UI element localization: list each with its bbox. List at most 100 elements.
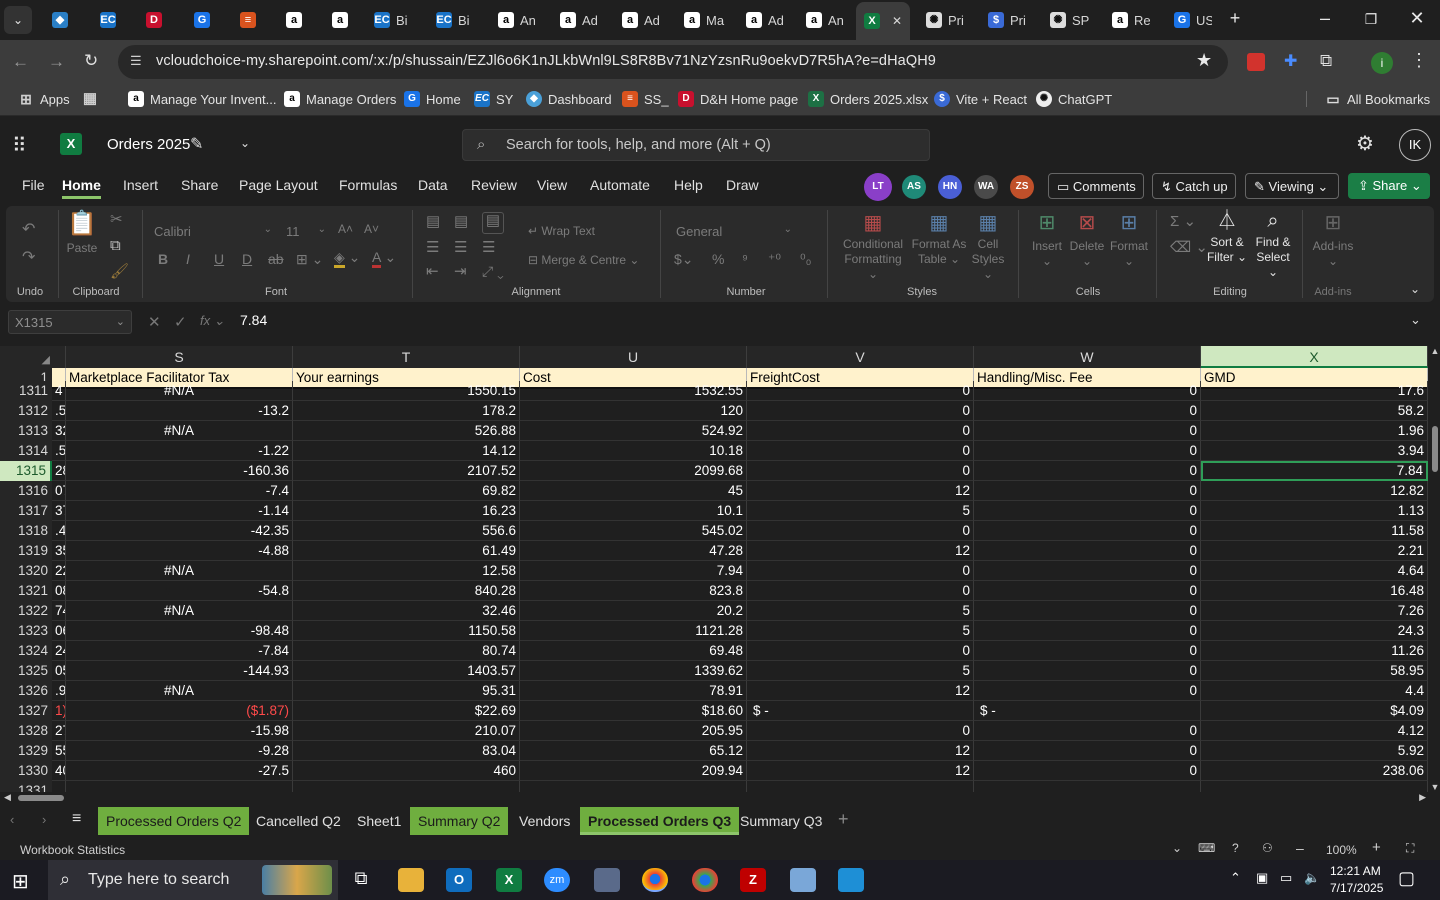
clear-icon[interactable]: ⌫ ⌄	[1170, 240, 1208, 255]
table-cell[interactable]: 840.28	[293, 581, 520, 601]
search-input[interactable]: Search for tools, help, and more (Alt + …	[506, 137, 771, 153]
tab-search-icon[interactable]: ⌄	[4, 6, 32, 34]
row-header[interactable]: 1325	[0, 661, 52, 681]
bookmark-chatgpt[interactable]: ✺ ChatGPT	[1036, 91, 1112, 107]
sheet-tab[interactable]: Processed Orders Q3	[580, 807, 740, 835]
table-cell[interactable]: -144.93	[66, 661, 293, 681]
underline-icon[interactable]: U	[214, 252, 224, 267]
table-cell[interactable]: 0	[747, 581, 974, 601]
ribbon-tab-view[interactable]: View	[537, 177, 567, 193]
workbook-statistics[interactable]: Workbook Statistics	[20, 843, 125, 857]
ribbon-tab-share[interactable]: Share	[181, 177, 218, 193]
table-cell[interactable]: 545.02	[520, 521, 747, 541]
format-painter-icon[interactable]: 🖌	[110, 264, 129, 279]
table-cell[interactable]: $22.69	[293, 701, 520, 721]
table-cell[interactable]: #N/A	[66, 601, 293, 621]
align-bottom-icon[interactable]: ▤	[482, 212, 504, 234]
table-cell[interactable]: 0	[747, 421, 974, 441]
bookmark-dashboard[interactable]: ◆ Dashboard	[526, 91, 612, 107]
bookmark-ss[interactable]: ≡ SS_	[622, 91, 669, 107]
table-cell[interactable]: 238.06	[1201, 761, 1428, 781]
table-cell[interactable]: 0	[747, 441, 974, 461]
row-header[interactable]: 1315	[0, 461, 52, 481]
vertical-scroll-thumb[interactable]	[1432, 426, 1438, 472]
table-cell[interactable]: 0	[974, 561, 1201, 581]
table-cell[interactable]: 07	[52, 481, 66, 501]
bookmark-star-icon[interactable]: ★	[1196, 50, 1212, 71]
italic-icon[interactable]: I	[186, 252, 190, 267]
table-cell[interactable]: 1.96	[1201, 421, 1428, 441]
row-header[interactable]: 1323	[0, 621, 52, 641]
table-cell[interactable]: 1)	[52, 701, 66, 721]
chrome-profile-icon[interactable]	[692, 868, 718, 892]
table-cell[interactable]: 2.21	[1201, 541, 1428, 561]
collaborator-avatar[interactable]: ZS	[1010, 175, 1034, 199]
table-cell[interactable]: 0	[974, 421, 1201, 441]
table-cell[interactable]	[974, 781, 1201, 792]
ribbon-expand-icon[interactable]: ⌄	[1410, 282, 1420, 297]
decrease-decimal-icon[interactable]: ⁰₀	[800, 252, 811, 267]
table-cell[interactable]: 4.4	[1201, 681, 1428, 701]
table-cell[interactable]: 0	[974, 481, 1201, 501]
ribbon-tab-page-layout[interactable]: Page Layout	[239, 177, 318, 193]
addins-button[interactable]: ⊞ Add-ins ⌄	[1312, 213, 1354, 269]
table-cell[interactable]: 58.2	[1201, 401, 1428, 421]
table-cell[interactable]: .5	[52, 401, 66, 421]
find-select-button[interactable]: ⌕ Find & Select ⌄	[1250, 211, 1296, 280]
table-cell[interactable]	[520, 781, 747, 792]
table-cell[interactable]: -13.2	[66, 401, 293, 421]
table-cell[interactable]: $ -	[747, 701, 974, 721]
column-header[interactable]: U	[520, 346, 747, 368]
row-header[interactable]: 1312	[0, 401, 52, 421]
viewing-mode-button[interactable]: ✎ Viewing ⌄	[1245, 173, 1339, 199]
minimize-icon[interactable]: –	[1310, 8, 1340, 29]
table-cell[interactable]: 0	[974, 681, 1201, 701]
extension-icon[interactable]	[1247, 53, 1265, 71]
ribbon-tab-data[interactable]: Data	[418, 177, 448, 193]
browser-tab[interactable]: a Ma	[676, 6, 734, 34]
table-cell[interactable]: $18.60	[520, 701, 747, 721]
cancel-edit-icon[interactable]: ✕	[148, 313, 161, 331]
active-cell[interactable]: 7.84	[1201, 461, 1428, 481]
browser-tab[interactable]: X ✕	[856, 2, 910, 40]
share-button[interactable]: ⇪ Share ⌄	[1348, 173, 1430, 199]
edit-pencil-icon[interactable]: ✎	[190, 134, 203, 154]
file-explorer-icon[interactable]	[398, 868, 424, 892]
prev-sheet-icon[interactable]: ‹	[10, 812, 14, 827]
tab-groups-icon[interactable]: ▦	[82, 91, 104, 107]
format-cells-button[interactable]: ⊞ Format ⌄	[1108, 213, 1150, 269]
insert-function-icon[interactable]: fx ⌄	[200, 313, 225, 329]
settings-gear-icon[interactable]: ⚙	[1356, 131, 1374, 156]
browser-tab[interactable]: a Ad	[552, 6, 610, 34]
browser-tab[interactable]: ≡	[232, 6, 274, 34]
sheet-tab[interactable]: Summary Q3	[732, 807, 830, 835]
table-cell[interactable]	[1201, 781, 1428, 792]
table-cell[interactable]: -7.4	[66, 481, 293, 501]
table-cell[interactable]: -160.36	[66, 461, 293, 481]
font-size-select[interactable]: 11 ⌄	[282, 220, 330, 244]
row-header[interactable]: 1324	[0, 641, 52, 661]
table-cell[interactable]: 11.26	[1201, 641, 1428, 661]
table-cell[interactable]: 460	[293, 761, 520, 781]
taskbar-search[interactable]: ⌕ Type here to search	[48, 860, 338, 900]
ribbon-tab-insert[interactable]: Insert	[123, 177, 158, 193]
decrease-indent-icon[interactable]: ⇤	[426, 264, 439, 279]
table-cell[interactable]: -98.48	[66, 621, 293, 641]
table-cell[interactable]: 0	[747, 401, 974, 421]
column-header[interactable]: V	[747, 346, 974, 368]
increase-indent-icon[interactable]: ⇥	[454, 264, 467, 279]
confirm-edit-icon[interactable]: ✓	[174, 313, 187, 331]
table-cell[interactable]: 205.95	[520, 721, 747, 741]
sheet-tab[interactable]: Sheet1	[349, 807, 409, 835]
table-cell[interactable]: 58.95	[1201, 661, 1428, 681]
table-cell[interactable]: 0	[747, 721, 974, 741]
table-cell[interactable]: 5	[747, 601, 974, 621]
table-cell[interactable]: 16.23	[293, 501, 520, 521]
scroll-left-icon[interactable]: ◀	[4, 792, 11, 803]
row-header[interactable]: 1327	[0, 701, 52, 721]
table-cell[interactable]: ($1.87)	[66, 701, 293, 721]
column-header[interactable]	[52, 346, 66, 368]
table-cell[interactable]: 37	[52, 501, 66, 521]
row-header[interactable]: 1329	[0, 741, 52, 761]
table-cell[interactable]: 0	[974, 501, 1201, 521]
